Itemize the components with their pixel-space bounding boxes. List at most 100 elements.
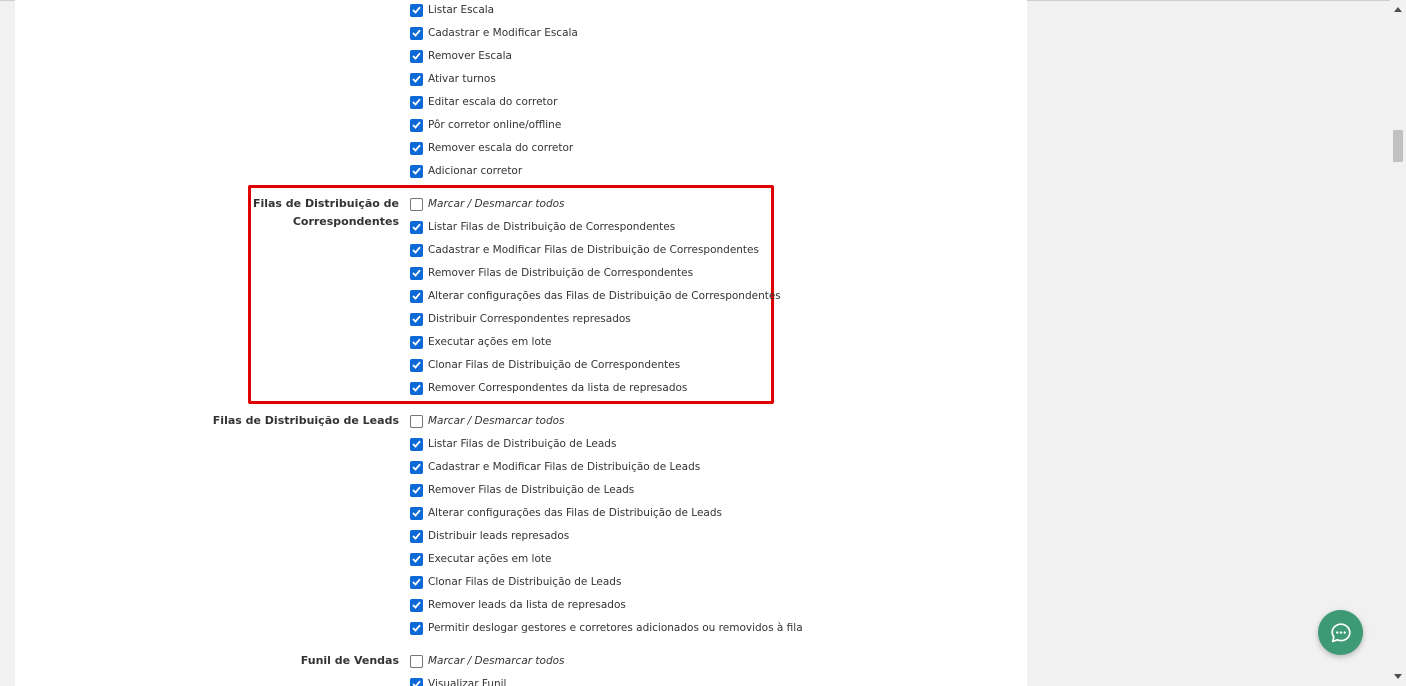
checkbox[interactable] <box>410 654 423 668</box>
group-title-line: Correspondentes <box>292 215 399 228</box>
checkmark-icon <box>412 555 421 563</box>
checkmark-icon <box>412 292 421 300</box>
select-all-option[interactable]: Marcar / Desmarcar todos <box>410 654 565 668</box>
permission-option[interactable]: Distribuir leads represados <box>410 529 569 543</box>
permission-option-label: Cadastrar e Modificar Filas de Distribui… <box>428 461 701 473</box>
permission-option[interactable]: Cadastrar e Modificar Escala <box>410 26 578 40</box>
checkmark-icon <box>412 269 421 277</box>
checkbox[interactable] <box>410 49 423 63</box>
checkbox[interactable] <box>410 312 423 326</box>
permission-option[interactable]: Clonar Filas de Distribuição de Leads <box>410 575 621 589</box>
checkbox[interactable] <box>410 3 423 17</box>
permission-option-label: Listar Escala <box>428 4 495 16</box>
permission-option-label: Visualizar Funil <box>428 678 507 686</box>
permission-option[interactable]: Remover Filas de Distribuição de Leads <box>410 483 634 497</box>
permission-option-label: Remover escala do corretor <box>428 142 574 154</box>
permission-option-label: Distribuir Correspondentes represados <box>428 313 631 325</box>
permission-option[interactable]: Clonar Filas de Distribuição de Correspo… <box>410 358 680 372</box>
permission-option[interactable]: Adicionar corretor <box>410 164 522 178</box>
scroll-down-arrow-icon[interactable] <box>1394 674 1402 679</box>
checkbox[interactable] <box>410 72 423 86</box>
permission-option[interactable]: Executar ações em lote <box>410 335 551 349</box>
select-all-option[interactable]: Marcar / Desmarcar todos <box>410 197 565 211</box>
permission-option[interactable]: Listar Filas de Distribuição de Correspo… <box>410 220 675 234</box>
permission-option[interactable]: Remover escala do corretor <box>410 141 573 155</box>
checkmark-icon <box>412 52 421 60</box>
scroll-up-arrow-icon[interactable] <box>1394 7 1402 12</box>
permission-option[interactable]: Listar Filas de Distribuição de Leads <box>410 437 616 451</box>
checkbox[interactable] <box>410 529 423 543</box>
select-all-option[interactable]: Marcar / Desmarcar todos <box>410 414 565 428</box>
checkbox[interactable] <box>410 266 423 280</box>
checkmark-icon <box>412 6 421 14</box>
select-all-label: Marcar / Desmarcar todos <box>428 198 565 210</box>
permission-option-label: Alterar configurações das Filas de Distr… <box>428 290 781 302</box>
permission-option[interactable]: Pôr corretor online/offline <box>410 118 561 132</box>
permission-option[interactable]: Alterar configurações das Filas de Distr… <box>410 289 781 303</box>
checkbox[interactable] <box>410 95 423 109</box>
checkmark-icon <box>412 167 421 175</box>
scrollbar-thumb[interactable] <box>1393 130 1403 162</box>
permission-option-label: Ativar turnos <box>428 73 496 85</box>
group-title-line: Filas de Distribuição de <box>252 197 399 210</box>
checkmark-icon <box>412 29 421 37</box>
checkmark-icon <box>412 624 421 632</box>
permission-option-label: Cadastrar e Modificar Filas de Distribui… <box>428 244 759 256</box>
permission-option[interactable]: Editar escala do corretor <box>410 95 557 109</box>
permission-option-label: Permitir deslogar gestores e corretores … <box>428 622 803 634</box>
permission-option[interactable]: Remover Filas de Distribuição de Corresp… <box>410 266 693 280</box>
permission-option[interactable]: Executar ações em lote <box>410 552 551 566</box>
permission-option[interactable]: Visualizar Funil <box>410 677 506 686</box>
checkbox[interactable] <box>410 118 423 132</box>
permission-option-label: Remover Filas de Distribuição de Corresp… <box>428 267 694 279</box>
permission-option[interactable]: Listar Escala <box>410 3 494 17</box>
permission-option[interactable]: Alterar configurações das Filas de Distr… <box>410 506 722 520</box>
checkbox[interactable] <box>410 483 423 497</box>
checkmark-icon <box>412 338 421 346</box>
permission-option-label: Clonar Filas de Distribuição de Leads <box>428 576 622 588</box>
permission-option-label: Executar ações em lote <box>428 553 552 565</box>
checkbox[interactable] <box>410 381 423 395</box>
permission-option[interactable]: Remover Correspondentes da lista de repr… <box>410 381 687 395</box>
permission-option[interactable]: Distribuir Correspondentes represados <box>410 312 631 326</box>
checkbox[interactable] <box>410 289 423 303</box>
checkbox[interactable] <box>410 335 423 349</box>
permission-option[interactable]: Cadastrar e Modificar Filas de Distribui… <box>410 243 759 257</box>
checkbox[interactable] <box>410 598 423 612</box>
permission-option[interactable]: Remover Escala <box>410 49 512 63</box>
permission-option-label: Remover Correspondentes da lista de repr… <box>428 382 688 394</box>
checkbox[interactable] <box>410 621 423 635</box>
permission-option[interactable]: Remover leads da lista de represados <box>410 598 626 612</box>
checkbox[interactable] <box>410 220 423 234</box>
checkbox[interactable] <box>410 197 423 211</box>
vertical-scrollbar[interactable] <box>1390 0 1406 686</box>
checkbox[interactable] <box>410 506 423 520</box>
permission-option[interactable]: Permitir deslogar gestores e corretores … <box>410 621 803 635</box>
checkbox[interactable] <box>410 164 423 178</box>
checkbox[interactable] <box>410 358 423 372</box>
permission-option-label: Remover leads da lista de represados <box>428 599 626 611</box>
select-all-label: Marcar / Desmarcar todos <box>428 655 565 667</box>
permission-option-label: Remover Filas de Distribuição de Leads <box>428 484 635 496</box>
permission-option[interactable]: Ativar turnos <box>410 72 496 86</box>
permission-option[interactable]: Cadastrar e Modificar Filas de Distribui… <box>410 460 700 474</box>
permission-option-label: Listar Filas de Distribuição de Leads <box>428 438 617 450</box>
checkbox[interactable] <box>410 437 423 451</box>
checkbox[interactable] <box>410 141 423 155</box>
checkmark-icon <box>412 509 421 517</box>
checkbox[interactable] <box>410 243 423 257</box>
checkbox[interactable] <box>410 677 423 686</box>
checkbox[interactable] <box>410 460 423 474</box>
permission-option-label: Pôr corretor online/offline <box>428 119 562 131</box>
checkbox[interactable] <box>410 414 423 428</box>
checkbox[interactable] <box>410 552 423 566</box>
checkmark-icon <box>412 223 421 231</box>
group-title: Funil de Vendas <box>300 654 399 667</box>
checkbox[interactable] <box>410 26 423 40</box>
checkbox[interactable] <box>410 575 423 589</box>
permissions-panel: Listar Escala Cadastrar e Modificar Esca… <box>15 0 1027 686</box>
checkmark-icon <box>412 144 421 152</box>
chat-button[interactable] <box>1318 610 1363 655</box>
checkmark-icon <box>412 98 421 106</box>
permission-option-label: Listar Filas de Distribuição de Correspo… <box>428 221 676 233</box>
